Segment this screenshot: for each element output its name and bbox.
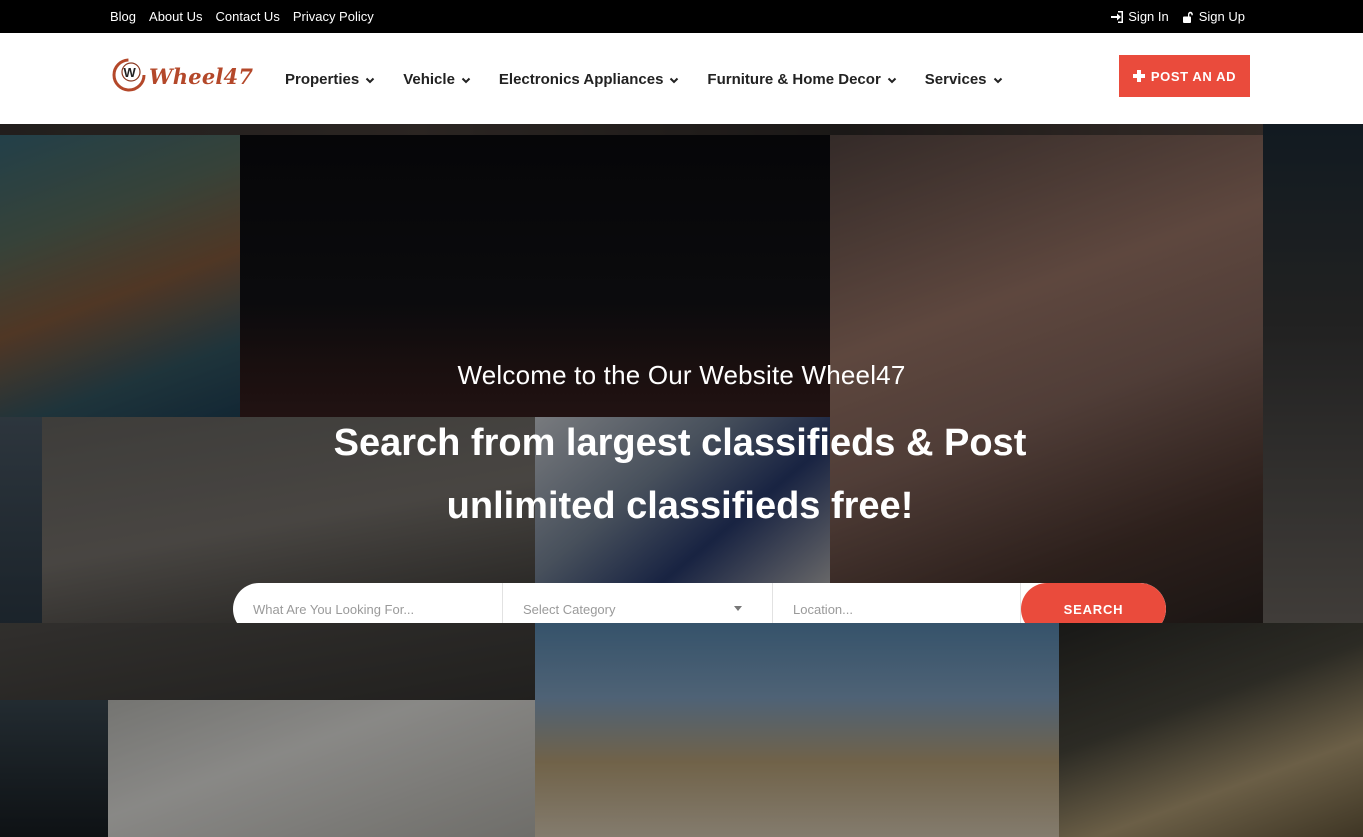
sign-up-label: Sign Up [1198, 9, 1245, 24]
sign-in-label: Sign In [1128, 9, 1169, 24]
nav-furniture-home-decor[interactable]: Furniture & Home Decor [707, 71, 896, 88]
nav-properties[interactable]: Properties [285, 71, 375, 88]
logo-text: Wheel47 [149, 63, 254, 89]
svg-text:W: W [124, 65, 137, 80]
hero-section: Welcome to the Our Website Wheel47 Searc… [0, 124, 1363, 837]
top-bar: Blog About Us Contact Us Privacy Policy … [0, 0, 1363, 33]
hero-welcome-text: Welcome to the Our Website Wheel47 [457, 360, 906, 390]
main-header: W Wheel47 Properties Vehicle Electronics… [0, 33, 1363, 124]
unlock-icon [1182, 11, 1193, 23]
auth-links: Sign In Sign Up [1111, 9, 1245, 24]
nav-electronics-appliances[interactable]: Electronics Appliances [499, 71, 680, 88]
sign-up-link[interactable]: Sign Up [1182, 9, 1245, 24]
link-blog[interactable]: Blog [110, 9, 136, 24]
nav-label: Services [924, 71, 987, 88]
location-input[interactable] [793, 601, 1020, 617]
nav-label: Furniture & Home Decor [707, 71, 881, 88]
hero-headline: Search from largest classifieds & Post u… [300, 412, 1060, 538]
top-links: Blog About Us Contact Us Privacy Policy [110, 9, 374, 24]
nav-vehicle[interactable]: Vehicle [403, 71, 471, 88]
nav-services[interactable]: Services [925, 71, 1003, 88]
plus-icon [1132, 70, 1145, 82]
search-keyword-input[interactable] [253, 601, 502, 617]
main-nav: Properties Vehicle Electronics Appliance… [285, 71, 1003, 88]
link-contact-us[interactable]: Contact Us [216, 9, 280, 24]
chevron-down-icon [993, 77, 1002, 83]
hero-headline-line2: unlimited classifieds free! [446, 485, 914, 527]
link-privacy-policy[interactable]: Privacy Policy [293, 9, 374, 24]
sign-in-link[interactable]: Sign In [1111, 9, 1169, 24]
category-select-value: Select Category [523, 601, 616, 617]
logo-mark-icon: W [110, 57, 148, 95]
post-an-ad-label: POST AN AD [1150, 68, 1237, 84]
nav-label: Electronics Appliances [498, 71, 664, 88]
post-an-ad-button[interactable]: POST AN AD [1119, 55, 1250, 97]
chevron-down-icon [461, 77, 471, 83]
link-about-us[interactable]: About Us [149, 9, 202, 24]
chevron-down-icon [670, 77, 679, 83]
sign-in-icon [1111, 10, 1124, 23]
hero-headline-line1: Search from largest classifieds & Post [333, 422, 1027, 464]
hero-lower-band [0, 623, 1363, 837]
nav-label: Vehicle [403, 71, 455, 88]
caret-down-icon [734, 606, 742, 611]
chevron-down-icon [887, 77, 896, 83]
hero-lower-overlay [0, 623, 1363, 837]
chevron-down-icon [365, 77, 375, 83]
site-logo[interactable]: W Wheel47 [110, 57, 253, 95]
nav-label: Properties [285, 71, 360, 88]
